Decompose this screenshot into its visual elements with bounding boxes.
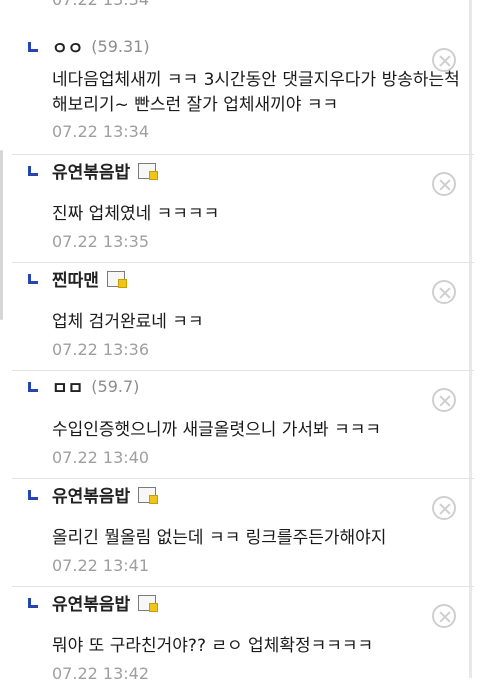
comment-author[interactable]: 유연볶음밥: [52, 482, 159, 507]
delete-icon[interactable]: [432, 388, 456, 412]
comment-text: 올리긴 뭘올림 없는데 ㅋㅋ 링크를주든가해야지: [52, 528, 387, 548]
reply-arrow-icon: [28, 42, 38, 52]
delete-icon[interactable]: [432, 604, 456, 628]
member-badge-icon: [138, 162, 159, 180]
reply-arrow-icon: [28, 166, 38, 176]
comment-date: 07.22 13:42: [52, 664, 149, 683]
reply-arrow-icon: [28, 490, 38, 500]
reply-arrow-icon: [28, 598, 38, 608]
comment-item: 유연볶음밥 진짜 업체였네 ㅋㅋㅋㅋ 07.22 13:35: [12, 158, 474, 263]
delete-icon[interactable]: [432, 172, 456, 196]
comment-date: 07.22 13:40: [52, 448, 149, 467]
partial-date-top: 07.22 13:34: [52, 0, 149, 9]
member-badge-icon: [138, 594, 159, 612]
comment-date: 07.22 13:34: [52, 122, 149, 141]
comment-author[interactable]: 찐따맨: [52, 266, 127, 291]
comment-text: 네다음업체새끼 ㅋㅋ 3시간동안 댓글지우다가 방송하는척해보리기~ 빤스런 잘…: [52, 70, 460, 115]
delete-icon[interactable]: [432, 280, 456, 304]
reply-arrow-icon: [28, 382, 38, 392]
comment-text: 업체 검거완료네 ㅋㅋ: [52, 312, 204, 332]
comment-author[interactable]: ㅇㅇ (59.31): [52, 34, 150, 59]
member-badge-icon: [106, 270, 127, 288]
ip-address: (59.31): [91, 37, 150, 56]
comment-author[interactable]: 유연볶음밥: [52, 158, 159, 183]
comment-text: 진짜 업체였네 ㅋㅋㅋㅋ: [52, 204, 220, 224]
comment-text: 수입인증햇으니까 새글올렷으니 가서봐 ㅋㅋㅋ: [52, 420, 382, 440]
ip-address: (59.7): [91, 377, 140, 396]
comment-author[interactable]: ㅁㅁ (59.7): [52, 374, 139, 399]
delete-icon[interactable]: [432, 48, 456, 72]
reply-arrow-icon: [28, 274, 38, 284]
comment-item: 유연볶음밥 뭐야 또 구라친거야?? ㄹㅇ 업체확정ㅋㅋㅋㅋ 07.22 13:…: [12, 590, 474, 683]
delete-icon[interactable]: [432, 496, 456, 520]
comment-item: 유연볶음밥 올리긴 뭘올림 없는데 ㅋㅋ 링크를주든가해야지 07.22 13:…: [12, 482, 474, 587]
comment-text: 뭐야 또 구라친거야?? ㄹㅇ 업체확정ㅋㅋㅋㅋ: [52, 636, 374, 656]
comment-item: 찐따맨 업체 검거완료네 ㅋㅋ 07.22 13:36: [12, 266, 474, 371]
comment-item: ㅇㅇ (59.31) 네다음업체새끼 ㅋㅋ 3시간동안 댓글지우다가 방송하는척해…: [12, 34, 474, 155]
comment-date: 07.22 13:36: [52, 340, 149, 359]
comment-item: ㅁㅁ (59.7) 수입인증햇으니까 새글올렷으니 가서봐 ㅋㅋㅋ 07.22 1…: [12, 374, 474, 479]
comment-date: 07.22 13:35: [52, 232, 149, 251]
comment-date: 07.22 13:41: [52, 556, 149, 575]
member-badge-icon: [138, 486, 159, 504]
comment-list: 07.22 13:34 ㅇㅇ(59.31) 네다음업체새끼 ㅋㅋ 3시간동안 댓…: [0, 0, 474, 683]
comment-author[interactable]: 유연볶음밥: [52, 590, 159, 615]
